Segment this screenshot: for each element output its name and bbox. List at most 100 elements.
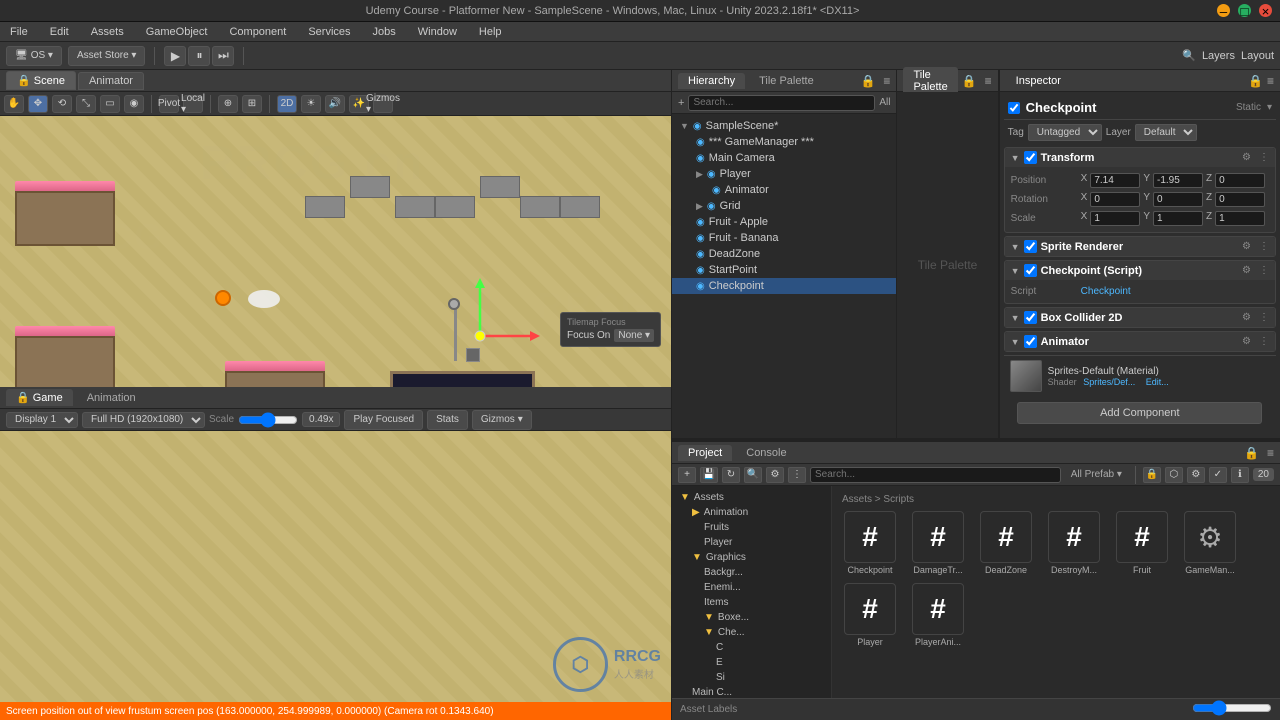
tile-palette-menu[interactable]: ≡ <box>985 74 992 88</box>
rotate-tool[interactable]: ⟲ <box>52 95 72 113</box>
transform-enabled[interactable] <box>1024 151 1037 164</box>
anim-more-icon[interactable]: ⋮ <box>1259 336 1269 347</box>
folder-fruits[interactable]: Fruits <box>672 520 831 535</box>
scene-gizmos[interactable]: Gizmos ▾ <box>373 95 393 113</box>
tile-palette-lock[interactable]: 🔒 <box>962 74 977 88</box>
play-focused-btn[interactable]: Play Focused <box>344 410 423 430</box>
menu-component[interactable]: Component <box>225 26 290 38</box>
proj-tool-1[interactable]: 🔒 <box>1143 467 1161 483</box>
layer-select[interactable]: Default <box>1135 124 1197 141</box>
tree-maincamera[interactable]: ◉ Main Camera <box>672 150 896 166</box>
gizmos-btn[interactable]: Gizmos ▾ <box>472 410 532 430</box>
menu-file[interactable]: File <box>6 26 32 38</box>
proj-tool-4[interactable]: ✓ <box>1209 467 1227 483</box>
add-hierarchy-btn[interactable]: + <box>678 97 684 109</box>
display-select[interactable]: Display 1 <box>6 412 78 428</box>
play-button[interactable]: ▶ <box>164 46 186 66</box>
folder-animation[interactable]: ▶ Animation <box>672 505 831 520</box>
project-menu-icon[interactable]: ≡ <box>1267 446 1274 460</box>
layers-label[interactable]: Layers <box>1202 50 1235 62</box>
scale-z[interactable] <box>1215 211 1265 226</box>
project-more-btn[interactable]: ⋮ <box>788 467 806 483</box>
move-tool[interactable]: ✥ <box>28 95 48 113</box>
folder-player-anim[interactable]: Player <box>672 535 831 550</box>
rotation-z[interactable] <box>1215 192 1265 207</box>
scale-y[interactable] <box>1153 211 1203 226</box>
tag-select[interactable]: Untagged <box>1028 124 1102 141</box>
project-search-input[interactable] <box>810 467 1061 483</box>
tab-scene[interactable]: 🔒 Scene <box>6 71 76 90</box>
project-search-btn[interactable]: 🔍 <box>744 467 762 483</box>
folder-enemies[interactable]: Enemi... <box>672 580 831 595</box>
tree-animator[interactable]: ◉ Animator <box>672 182 896 198</box>
proj-tool-3[interactable]: ⚙ <box>1187 467 1205 483</box>
transform-header[interactable]: ▼ Transform ⚙ ⋮ <box>1005 148 1275 167</box>
sr-enabled[interactable] <box>1024 240 1037 253</box>
proj-tool-2[interactable]: ⬡ <box>1165 467 1183 483</box>
scale-tool[interactable]: ⤡ <box>76 95 96 113</box>
box-collider-header[interactable]: ▼ Box Collider 2D ⚙ ⋮ <box>1005 308 1275 327</box>
menu-assets[interactable]: Assets <box>87 26 128 38</box>
cs-enabled[interactable] <box>1024 264 1037 277</box>
project-refresh-btn[interactable]: ↻ <box>722 467 740 483</box>
tree-gamemanager[interactable]: ◉ *** GameManager *** <box>672 134 896 150</box>
tree-scene-root[interactable]: ▼ ◉ SampleScene* <box>672 118 896 134</box>
project-save-btn[interactable]: 💾 <box>700 467 718 483</box>
folder-items[interactable]: Items <box>672 595 831 610</box>
filter-all[interactable]: All <box>879 97 890 108</box>
local-btn[interactable]: Local ▾ <box>183 95 203 113</box>
stats-btn[interactable]: Stats <box>427 410 468 430</box>
script-value[interactable]: Checkpoint <box>1081 286 1131 297</box>
hierarchy-lock-icon[interactable]: 🔒 <box>860 74 875 88</box>
sprite-renderer-header[interactable]: ▼ Sprite Renderer ⚙ ⋮ <box>1005 237 1275 256</box>
layout-label[interactable]: Layout <box>1241 50 1274 62</box>
tab-tile-palette[interactable]: Tile Palette <box>749 73 824 89</box>
shader-value[interactable]: Sprites/Def... <box>1083 377 1135 387</box>
folder-checkpoints[interactable]: ▼ Che... <box>672 625 831 640</box>
asset-size-slider[interactable] <box>1192 700 1272 719</box>
minimize-button[interactable]: – <box>1217 4 1230 17</box>
game-view[interactable]: ⬡ RRCG 人人素材 <box>0 431 671 702</box>
asset-checkpoint[interactable]: # Checkpoint <box>840 511 900 575</box>
tab-inspector[interactable]: Inspector <box>1006 73 1071 89</box>
folder-c[interactable]: C <box>672 640 831 655</box>
light-btn[interactable]: ☀ <box>301 95 321 113</box>
resolution-select[interactable]: Full HD (1920x1080) <box>82 412 205 428</box>
inspector-lock-icon[interactable]: 🔒 <box>1248 74 1263 88</box>
menu-edit[interactable]: Edit <box>46 26 73 38</box>
anim-settings-icon[interactable]: ⚙ <box>1242 336 1251 347</box>
tab-tile-pal[interactable]: Tile Palette <box>903 67 957 95</box>
scale-x[interactable] <box>1090 211 1140 226</box>
folder-assets[interactable]: ▼ Assets <box>672 490 831 505</box>
asset-damagetrap[interactable]: # DamageTr... <box>908 511 968 575</box>
tab-game[interactable]: 🔒 Game <box>6 389 73 406</box>
folder-si[interactable]: Si <box>672 670 831 685</box>
project-lock-icon[interactable]: 🔒 <box>1244 446 1259 460</box>
bc-enabled[interactable] <box>1024 311 1037 324</box>
tree-startpoint[interactable]: ◉ StartPoint <box>672 262 896 278</box>
hand-tool[interactable]: ✋ <box>4 95 24 113</box>
menu-window[interactable]: Window <box>414 26 461 38</box>
position-z[interactable] <box>1215 173 1265 188</box>
all-prefab-filter[interactable]: All Prefab ▾ <box>1065 469 1128 480</box>
step-button[interactable]: ⏭ <box>212 46 234 66</box>
add-component-button[interactable]: Add Component <box>1017 402 1262 424</box>
asset-store-btn[interactable]: Asset Store ▾ <box>68 46 146 66</box>
tab-animator[interactable]: Animator <box>78 72 144 90</box>
inspector-menu-icon[interactable]: ≡ <box>1267 74 1274 88</box>
edit-label[interactable]: Edit... <box>1146 377 1169 387</box>
snap-btn[interactable]: ⊞ <box>242 95 262 113</box>
asset-gameman[interactable]: ⚙ GameMan... <box>1180 511 1240 575</box>
audio-btn[interactable]: 🔊 <box>325 95 345 113</box>
static-arrow[interactable]: ▾ <box>1267 102 1272 113</box>
cs-settings-icon[interactable]: ⚙ <box>1242 265 1251 276</box>
tree-player[interactable]: ▶ ◉ Player <box>672 166 896 182</box>
asset-player[interactable]: # Player <box>840 583 900 647</box>
asset-fruit[interactable]: # Fruit <box>1112 511 1172 575</box>
view-center[interactable]: ⊕ <box>218 95 238 113</box>
rotation-x[interactable] <box>1090 192 1140 207</box>
tree-grid[interactable]: ▶ ◉ Grid <box>672 198 896 214</box>
position-y[interactable] <box>1153 173 1203 188</box>
sr-settings-icon[interactable]: ⚙ <box>1242 241 1251 252</box>
tab-hierarchy[interactable]: Hierarchy <box>678 73 745 89</box>
